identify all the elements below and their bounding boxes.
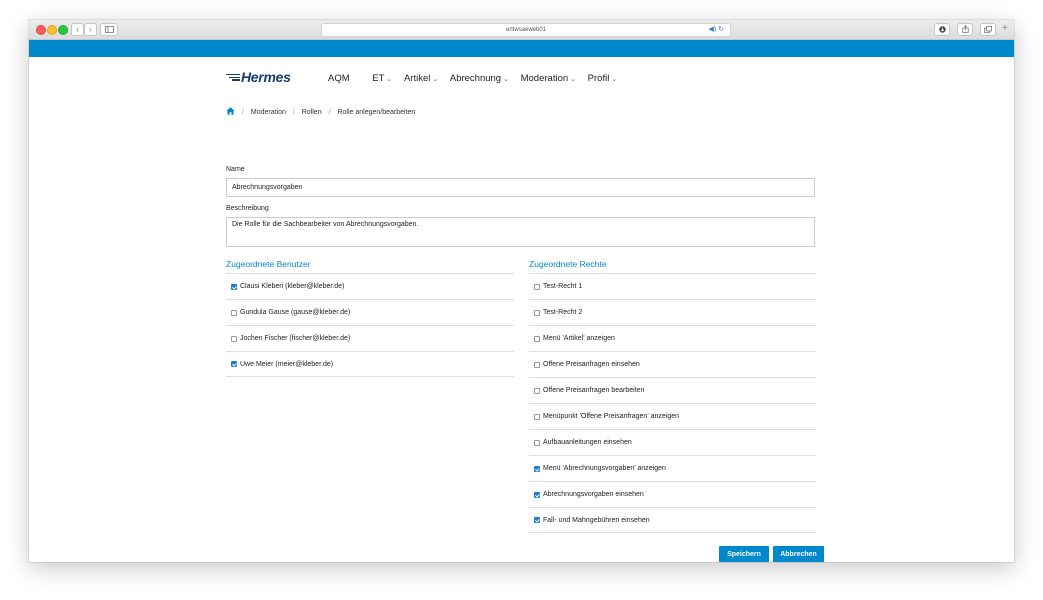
right-row[interactable]: Abrechnungsvorgaben einsehen	[529, 481, 816, 507]
checkbox-checked[interactable]	[231, 361, 237, 367]
chevron-down-icon: ⌄	[611, 76, 618, 83]
logo-stripes-icon	[226, 73, 240, 82]
nav-item-et[interactable]: ET ⌄	[372, 73, 392, 84]
address-bar[interactable]: entwsaeweb01 ◀) ↻	[321, 23, 731, 37]
checkbox[interactable]	[534, 387, 540, 394]
page-content: Hermes AQM ET ⌄ Artikel ⌄ Abrechnung ⌄ Mode…	[29, 57, 1014, 562]
breadcrumb-moderation[interactable]: Moderation	[251, 109, 286, 116]
chevron-left-icon: ‹	[76, 25, 79, 34]
checkbox-checked[interactable]	[534, 491, 540, 498]
minimize-window-button[interactable]	[47, 25, 57, 35]
sidebar-button[interactable]	[100, 23, 118, 36]
title-bar: ‹ › entwsaeweb01 ◀) ↻ +	[29, 20, 1014, 40]
share-button[interactable]	[957, 23, 973, 36]
rights-section-title: Zugeordnete Rechte	[529, 259, 607, 269]
checkbox[interactable]	[231, 309, 237, 316]
right-row[interactable]: Menüpunkt 'Offene Preisanfragen' anzeige…	[529, 403, 816, 429]
forward-button[interactable]: ›	[84, 23, 97, 36]
checkbox[interactable]	[534, 335, 540, 342]
checkbox[interactable]	[231, 335, 237, 342]
right-row[interactable]: Offene Preisanfragen einsehen	[529, 351, 816, 377]
users-section-title: Zugeordnete Benutzer	[226, 259, 311, 269]
reload-icon[interactable]: ↻	[718, 26, 724, 33]
rights-list: Test-Recht 1 Test-Recht 2 Menü 'Artikel'…	[529, 273, 816, 533]
breadcrumb: / Moderation / Rollen / Rolle anlegen/be…	[226, 107, 415, 116]
home-icon[interactable]	[226, 107, 235, 115]
checkbox[interactable]	[534, 361, 540, 368]
logo-text: Hermes	[241, 69, 291, 85]
close-window-button[interactable]	[36, 25, 46, 35]
name-input[interactable]: Abrechnungsvorgaben	[226, 178, 815, 197]
chevron-down-icon: ⌄	[386, 76, 393, 83]
download-button[interactable]	[934, 23, 950, 36]
new-tab-button[interactable]: +	[1002, 23, 1008, 34]
top-brand-bar	[29, 40, 1014, 57]
share-icon	[961, 25, 969, 33]
right-row[interactable]: Menü 'Abrechnungsvorgaben' anzeigen	[529, 455, 816, 481]
nav-item-moderation[interactable]: Moderation ⌄	[521, 73, 576, 84]
checkbox[interactable]	[534, 283, 540, 290]
download-icon	[938, 26, 946, 33]
tabs-button[interactable]	[980, 23, 996, 36]
description-textarea[interactable]: Die Rolle für die Sachbearbeiter von Abr…	[226, 217, 815, 247]
checkbox[interactable]	[534, 413, 540, 420]
checkbox-checked[interactable]	[534, 465, 540, 472]
nav-item-profil[interactable]: Profil ⌄	[588, 73, 618, 84]
tabs-icon	[984, 26, 992, 33]
breadcrumb-rollen[interactable]: Rollen	[302, 109, 322, 116]
chevron-right-icon: ›	[89, 25, 92, 34]
right-row[interactable]: Aufbauanleitungen einsehen	[529, 429, 816, 455]
right-row[interactable]: Menü 'Artikel' anzeigen	[529, 325, 816, 351]
nav-item-aqm[interactable]: AQM	[328, 73, 350, 84]
user-row[interactable]: Uwe Meier (meier@kleber.de)	[226, 351, 514, 377]
main-nav: AQM ET ⌄ Artikel ⌄ Abrechnung ⌄ Moderation ⌄…	[328, 73, 626, 84]
checkbox[interactable]	[534, 439, 540, 446]
checkbox-checked[interactable]	[534, 517, 540, 523]
chevron-down-icon: ⌄	[503, 76, 509, 83]
description-label: Beschreibung	[226, 205, 269, 212]
cancel-button[interactable]: Abbrechen	[773, 546, 824, 562]
right-row[interactable]: Offene Preisanfragen bearbeiten	[529, 377, 816, 403]
name-label: Name	[226, 166, 245, 173]
save-button[interactable]: Speichern	[719, 546, 769, 562]
browser-window: ‹ › entwsaeweb01 ◀) ↻ + Hermes AQM ET ⌄ A…	[29, 20, 1014, 562]
back-button[interactable]: ‹	[71, 23, 84, 36]
chevron-down-icon: ⌄	[432, 76, 439, 83]
right-row[interactable]: Test-Recht 1	[529, 273, 816, 299]
chevron-down-icon: ⌄	[570, 76, 577, 83]
breadcrumb-current: Rolle anlegen/bearbeiten	[337, 109, 416, 116]
speaker-icon[interactable]: ◀)	[708, 26, 716, 33]
nav-item-artikel[interactable]: Artikel ⌄	[404, 73, 438, 84]
zoom-window-button[interactable]	[58, 25, 68, 35]
user-row[interactable]: Clausi Kleberi (kleber@kleber.de)	[226, 273, 514, 299]
users-list: Clausi Kleberi (kleber@kleber.de) Gundul…	[226, 273, 514, 377]
sidebar-icon	[104, 26, 114, 33]
hermes-logo[interactable]: Hermes	[226, 69, 291, 85]
right-row[interactable]: Fall- und Mahngebühren einsehen	[529, 507, 816, 533]
nav-item-abrechnung[interactable]: Abrechnung ⌄	[450, 73, 509, 84]
checkbox-checked[interactable]	[231, 283, 237, 290]
user-row[interactable]: Jochen Fischer (fischer@kleber.de)	[226, 325, 514, 351]
right-row[interactable]: Test-Recht 2	[529, 299, 816, 325]
url-text: entwsaeweb01	[505, 27, 547, 33]
checkbox[interactable]	[534, 309, 540, 316]
user-row[interactable]: Gundula Gause (gause@kleber.de)	[226, 299, 514, 325]
